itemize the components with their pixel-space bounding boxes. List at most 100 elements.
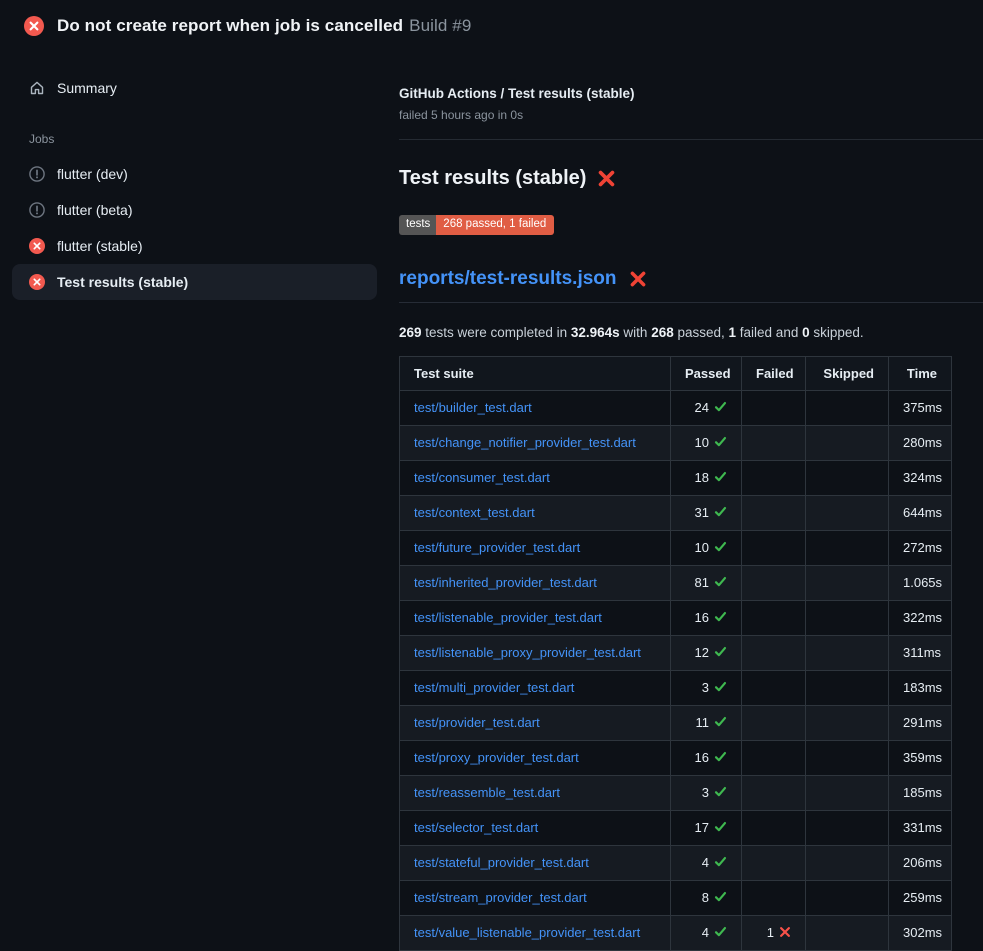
skipped-cell xyxy=(806,600,889,635)
test-suite-cell: test/selector_test.dart xyxy=(400,810,671,845)
passed-cell: 4 xyxy=(671,915,742,950)
test-suite-link[interactable]: test/multi_provider_test.dart xyxy=(414,680,574,695)
sidebar-item-flutter-beta[interactable]: flutter (beta) xyxy=(12,192,377,228)
count-value: 10 xyxy=(695,435,709,450)
count-value: 31 xyxy=(695,505,709,520)
sidebar-item-label: flutter (beta) xyxy=(57,202,132,218)
table-row: test/consumer_test.dart18324ms xyxy=(400,460,952,495)
skipped-cell xyxy=(806,425,889,460)
test-suite-link[interactable]: test/builder_test.dart xyxy=(414,400,532,415)
test-suite-link[interactable]: test/listenable_provider_test.dart xyxy=(414,610,602,625)
check-icon xyxy=(714,505,727,522)
column-header-test-suite: Test suite xyxy=(400,356,671,390)
test-suite-link[interactable]: test/proxy_provider_test.dart xyxy=(414,750,579,765)
cancelled-status-icon xyxy=(29,166,45,182)
summary-number: 0 xyxy=(802,325,810,340)
summary-text: skipped. xyxy=(810,325,864,340)
check-icon xyxy=(714,890,727,907)
report-file-link[interactable]: reports/test-results.json xyxy=(399,268,983,303)
skipped-cell xyxy=(806,635,889,670)
test-suite-link[interactable]: test/selector_test.dart xyxy=(414,820,538,835)
test-suite-link[interactable]: test/consumer_test.dart xyxy=(414,470,550,485)
failed-status-icon xyxy=(29,274,45,290)
summary-number: 1 xyxy=(729,325,737,340)
failed-cell xyxy=(742,425,806,460)
time-cell: 183ms xyxy=(889,670,952,705)
sidebar-item-flutter-stable[interactable]: flutter (stable) xyxy=(12,228,377,264)
failed-cell xyxy=(742,600,806,635)
table-row: test/selector_test.dart17331ms xyxy=(400,810,952,845)
run-meta: failed 5 hours ago in 0s xyxy=(399,108,983,122)
table-row: test/builder_test.dart24375ms xyxy=(400,390,952,425)
passed-cell: 16 xyxy=(671,740,742,775)
test-suite-link[interactable]: test/change_notifier_provider_test.dart xyxy=(414,435,636,450)
sidebar-item-test-results-stable[interactable]: Test results (stable) xyxy=(12,264,377,300)
test-suite-cell: test/future_provider_test.dart xyxy=(400,530,671,565)
failed-status-icon xyxy=(24,16,44,36)
skipped-cell xyxy=(806,390,889,425)
summary-number: 269 xyxy=(399,325,422,340)
failed-cell xyxy=(742,880,806,915)
passed-cell: 8 xyxy=(671,880,742,915)
test-suite-link[interactable]: test/stream_provider_test.dart xyxy=(414,890,587,905)
skipped-cell xyxy=(806,915,889,950)
time-cell: 311ms xyxy=(889,635,952,670)
table-row: test/provider_test.dart11291ms xyxy=(400,705,952,740)
count-value: 16 xyxy=(695,750,709,765)
failed-cell xyxy=(742,460,806,495)
failed-cell xyxy=(742,810,806,845)
failed-cell: 1 xyxy=(742,915,806,950)
time-cell: 302ms xyxy=(889,915,952,950)
skipped-cell xyxy=(806,670,889,705)
check-icon xyxy=(714,435,727,452)
time-cell: 259ms xyxy=(889,880,952,915)
sidebar-item-label: Summary xyxy=(57,80,117,96)
passed-cell: 12 xyxy=(671,635,742,670)
test-suite-cell: test/consumer_test.dart xyxy=(400,460,671,495)
skipped-cell xyxy=(806,880,889,915)
column-header-time: Time xyxy=(889,356,952,390)
time-cell: 291ms xyxy=(889,705,952,740)
tests-badge: tests 268 passed, 1 failed xyxy=(399,215,554,235)
home-icon xyxy=(29,80,45,96)
badge-value: 268 passed, 1 failed xyxy=(436,215,554,235)
table-row: test/context_test.dart31644ms xyxy=(400,495,952,530)
check-icon xyxy=(714,610,727,627)
section-title: Test results (stable) xyxy=(399,167,983,190)
sidebar-item-flutter-dev[interactable]: flutter (dev) xyxy=(12,156,377,192)
count-value: 4 xyxy=(702,855,709,870)
count-value: 18 xyxy=(695,470,709,485)
test-suite-link[interactable]: test/provider_test.dart xyxy=(414,715,540,730)
test-suite-link[interactable]: test/value_listenable_provider_test.dart xyxy=(414,925,640,940)
passed-cell: 18 xyxy=(671,460,742,495)
count-value: 17 xyxy=(695,820,709,835)
time-cell: 322ms xyxy=(889,600,952,635)
time-cell: 185ms xyxy=(889,775,952,810)
check-icon xyxy=(714,575,727,592)
failed-cell xyxy=(742,670,806,705)
sidebar-item-summary[interactable]: Summary xyxy=(12,70,377,106)
test-suite-link[interactable]: test/listenable_proxy_provider_test.dart xyxy=(414,645,641,660)
test-suite-link[interactable]: test/reassemble_test.dart xyxy=(414,785,560,800)
summary-number: 268 xyxy=(651,325,674,340)
test-suite-link[interactable]: test/future_provider_test.dart xyxy=(414,540,580,555)
passed-cell: 16 xyxy=(671,600,742,635)
table-row: test/change_notifier_provider_test.dart 1… xyxy=(400,425,952,460)
page-title: Do not create report when job is cancell… xyxy=(57,16,471,36)
column-header-skipped: Skipped xyxy=(806,356,889,390)
test-suite-link[interactable]: test/stateful_provider_test.dart xyxy=(414,855,589,870)
failed-cell xyxy=(742,530,806,565)
test-suite-link[interactable]: test/inherited_provider_test.dart xyxy=(414,575,597,590)
check-icon xyxy=(714,855,727,872)
passed-cell: 3 xyxy=(671,670,742,705)
passed-cell: 17 xyxy=(671,810,742,845)
test-suite-cell: test/value_listenable_provider_test.dart xyxy=(400,915,671,950)
test-suite-link[interactable]: test/context_test.dart xyxy=(414,505,535,520)
table-row: test/inherited_provider_test.dart811.065… xyxy=(400,565,952,600)
test-suite-cell: test/inherited_provider_test.dart xyxy=(400,565,671,600)
test-suite-cell: test/multi_provider_test.dart xyxy=(400,670,671,705)
table-row: test/future_provider_test.dart10272ms xyxy=(400,530,952,565)
time-cell: 359ms xyxy=(889,740,952,775)
sidebar: Summary Jobs flutter (dev)flutter (beta)… xyxy=(0,46,389,300)
skipped-cell xyxy=(806,845,889,880)
